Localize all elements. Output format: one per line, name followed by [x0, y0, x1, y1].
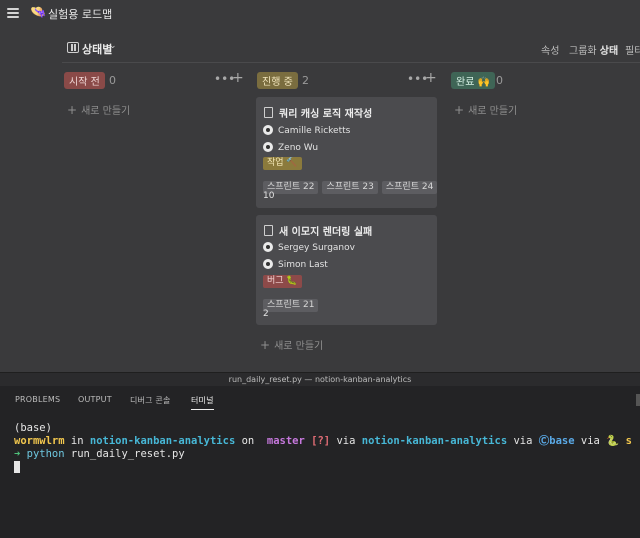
group-by-button[interactable]: 그룹화 상태	[569, 42, 618, 57]
git-status: [?]	[304, 435, 331, 447]
python-env: notion-kanban-analytics	[361, 435, 508, 447]
type-tag: 버그 🐛	[263, 275, 302, 288]
plus-icon: +	[454, 103, 465, 117]
column-header-in-progress: 진행 중 2 ••• +	[257, 70, 437, 90]
document-icon	[264, 107, 273, 118]
prompt-user: wormwlrm	[14, 435, 65, 447]
view-selector[interactable]: 상태별	[82, 41, 112, 57]
document-icon	[264, 225, 273, 236]
card-title: 쿼리 캐싱 로직 재작성	[264, 105, 372, 120]
type-tag: 작업 🔨	[263, 157, 302, 170]
column-header-done: 완료 🙌 0	[451, 72, 640, 90]
python-snake-icon: 🐍	[606, 435, 620, 447]
column-count: 0	[109, 74, 116, 87]
terminal-panel: PROBLEMS OUTPUT 디버그 콘솔 터미널 (base) wormwl…	[0, 386, 640, 538]
git-branch: master	[260, 435, 305, 447]
sprint-tag: 스프린트 24	[381, 181, 438, 194]
prompt-directory: notion-kanban-analytics	[89, 435, 236, 447]
assignee: Simon Last	[263, 259, 328, 270]
panel-tabs: PROBLEMS OUTPUT 디버그 콘솔 터미널	[0, 386, 640, 412]
add-card-icon[interactable]: +	[232, 70, 244, 86]
sprint-tag: 스프린트 21	[263, 299, 319, 312]
plus-icon: +	[67, 103, 78, 117]
conda-env: base	[549, 435, 575, 447]
column-count: 2	[302, 74, 309, 87]
window-title: run_daily_reset.py — notion-kanban-analy…	[0, 372, 640, 387]
menu-icon[interactable]	[7, 8, 19, 18]
assignee-name: Zeno Wu	[278, 143, 319, 153]
command-args: run_daily_reset.py	[64, 448, 185, 460]
avatar	[263, 142, 273, 152]
new-card-button[interactable]: + 새로 만들기	[67, 102, 130, 117]
story-points: 2	[263, 309, 269, 319]
prompt-overflow: s	[619, 435, 632, 447]
new-card-button[interactable]: + 새로 만들기	[260, 337, 323, 352]
board-view-icon	[67, 42, 79, 53]
conda-env-line: (base)	[14, 422, 52, 434]
avatar	[263, 259, 273, 269]
assignee-name: Sergey Surganov	[278, 243, 355, 253]
column-count: 0	[496, 74, 503, 87]
tab-terminal[interactable]: 터미널	[191, 395, 214, 410]
prompt-text: via	[330, 435, 362, 447]
new-card-label: 새로 만들기	[468, 106, 518, 117]
prompt-text: via	[507, 435, 539, 447]
assignee: Camille Ricketts	[263, 125, 350, 136]
new-card-label: 새로 만들기	[274, 341, 324, 352]
card-title-text: 쿼리 캐싱 로직 재작성	[279, 109, 373, 120]
header-divider	[62, 62, 640, 63]
chevron-down-icon[interactable]: ⌄	[109, 41, 117, 51]
terminal-cursor	[14, 461, 20, 473]
sprint-tags: 스프린트 22 스프린트 23 스프린트 24	[263, 174, 441, 194]
top-bar: 👒 실험용 로드맵	[0, 0, 640, 28]
terminal-output[interactable]: (base) wormwlrm in notion-kanban-analyti…	[14, 422, 632, 475]
new-card-button[interactable]: + 새로 만들기	[454, 102, 517, 117]
assignee: Zeno Wu	[263, 142, 318, 153]
prompt-text: in	[64, 435, 90, 447]
tab-problems[interactable]: PROBLEMS	[15, 395, 60, 404]
status-badge[interactable]: 시작 전	[64, 72, 105, 89]
assignee-name: Simon Last	[278, 260, 328, 270]
card-title-text: 새 이모지 렌더링 실패	[279, 227, 373, 238]
filter-button[interactable]: 필터	[625, 42, 640, 57]
conda-icon: Ⓒ	[538, 435, 550, 447]
group-by-label: 그룹화	[569, 46, 597, 57]
kanban-card[interactable]: 새 이모지 렌더링 실패 Sergey Surganov Simon Last …	[256, 215, 437, 325]
new-card-label: 새로 만들기	[81, 106, 131, 117]
tab-debug-console[interactable]: 디버그 콘솔	[130, 395, 171, 406]
sprint-tag: 스프린트 23	[322, 181, 378, 194]
view-bar: 상태별 ⌄ 속성 그룹화 상태 필터	[0, 38, 640, 58]
assignee: Sergey Surganov	[263, 242, 355, 253]
avatar	[263, 125, 273, 135]
plus-icon: +	[260, 338, 271, 352]
sprint-tags: 스프린트 21	[263, 292, 322, 312]
properties-button[interactable]: 속성	[541, 42, 559, 57]
card-title: 새 이모지 렌더링 실패	[264, 223, 372, 238]
prompt-text: on	[235, 435, 261, 447]
status-badge[interactable]: 진행 중	[257, 72, 298, 89]
kanban-card[interactable]: 쿼리 캐싱 로직 재작성 Camille Ricketts Zeno Wu 작업…	[256, 97, 438, 208]
prompt-text: via	[574, 435, 607, 447]
page-emoji-icon: 👒	[30, 5, 47, 20]
avatar	[263, 242, 273, 252]
assignee-name: Camille Ricketts	[278, 126, 351, 136]
group-by-value: 상태	[599, 46, 619, 57]
command-name: python	[20, 448, 65, 460]
add-card-icon[interactable]: +	[425, 70, 437, 86]
page-title[interactable]: 실험용 로드맵	[48, 6, 112, 22]
tab-output[interactable]: OUTPUT	[78, 395, 112, 404]
panel-scroll-handle[interactable]	[636, 394, 640, 406]
column-header-not-started: 시작 전 0 ••• +	[64, 70, 244, 90]
status-badge[interactable]: 완료 🙌	[451, 72, 496, 89]
story-points: 10	[263, 191, 275, 201]
